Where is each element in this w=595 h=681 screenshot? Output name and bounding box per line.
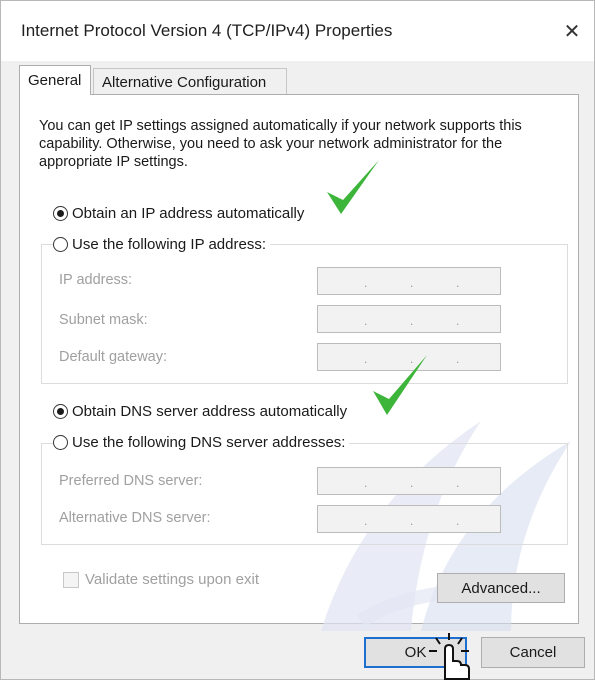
- checkmark-icon: [327, 160, 379, 214]
- preferred-dns-label: Preferred DNS server:: [59, 473, 203, 489]
- subnet-mask-label: Subnet mask:: [59, 312, 148, 328]
- advanced-button[interactable]: Advanced...: [437, 573, 565, 603]
- intro-text: You can get IP settings assigned automat…: [39, 118, 522, 170]
- checkbox-indicator: [63, 571, 79, 588]
- use-following-dns-label: Use the following DNS server addresses:: [72, 434, 346, 451]
- ip-address-label: IP address:: [59, 272, 133, 288]
- use-following-dns-radio[interactable]: Use the following DNS server addresses:: [53, 434, 350, 451]
- checkmark-icon: [373, 355, 427, 415]
- tab-general[interactable]: General: [19, 65, 91, 95]
- default-gateway-label: Default gateway:: [59, 349, 168, 365]
- tab-alternative-configuration[interactable]: Alternative Configuration: [93, 68, 287, 95]
- title-bar: Internet Protocol Version 4 (TCP/IPv4) P…: [1, 1, 594, 61]
- preferred-dns-input: ...: [317, 467, 501, 495]
- validate-settings-label: Validate settings upon exit: [85, 571, 260, 588]
- window-title: Internet Protocol Version 4 (TCP/IPv4) P…: [21, 21, 393, 40]
- subnet-mask-input: ...: [317, 305, 501, 333]
- radio-indicator: [53, 206, 68, 221]
- obtain-dns-automatically-radio[interactable]: Obtain DNS server address automatically: [53, 403, 352, 420]
- use-following-ip-label: Use the following IP address:: [72, 236, 266, 253]
- validate-settings-checkbox: Validate settings upon exit: [63, 571, 259, 588]
- radio-indicator: [53, 237, 68, 252]
- radio-indicator: [53, 435, 68, 450]
- hand-pointer-icon: [429, 633, 470, 680]
- obtain-dns-automatically-label: Obtain DNS server address automatically: [72, 403, 348, 420]
- radio-indicator: [53, 404, 68, 419]
- ip-address-input: ...: [317, 267, 501, 295]
- close-icon: ✕: [563, 20, 581, 43]
- obtain-ip-automatically-label: Obtain an IP address automatically: [72, 205, 305, 222]
- use-following-ip-radio[interactable]: Use the following IP address:: [53, 236, 270, 253]
- ipv4-properties-dialog: Internet Protocol Version 4 (TCP/IPv4) P…: [0, 0, 595, 680]
- close-button[interactable]: ✕: [556, 15, 588, 47]
- obtain-ip-automatically-radio[interactable]: Obtain an IP address automatically: [53, 205, 309, 222]
- cancel-button[interactable]: Cancel: [481, 637, 585, 668]
- alternative-dns-label: Alternative DNS server:: [59, 510, 211, 526]
- alternative-dns-input: ...: [317, 505, 501, 533]
